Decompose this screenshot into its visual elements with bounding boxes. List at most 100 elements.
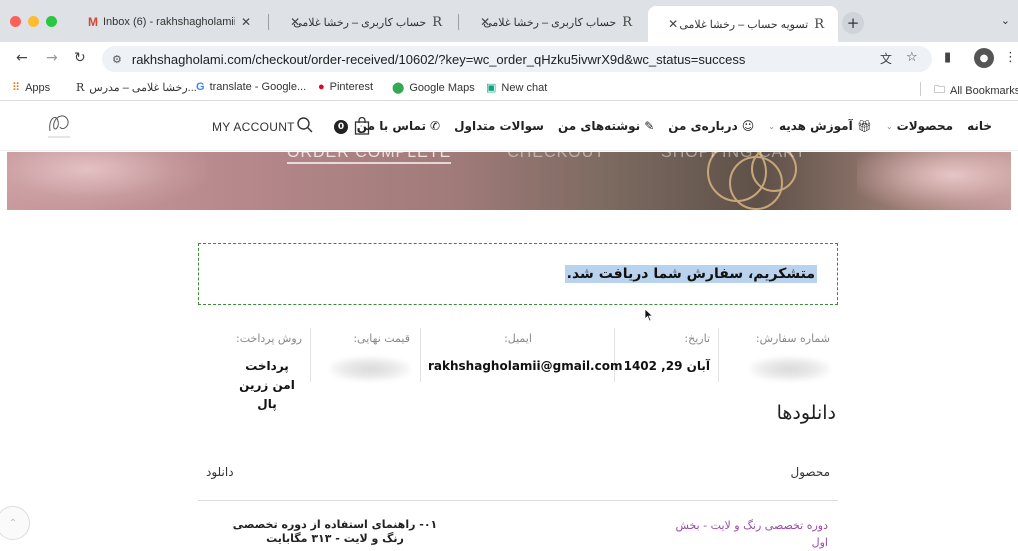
order-number-label: شماره سفارش:: [755, 332, 830, 345]
tab-account-1[interactable]: R حساب کاربری – رخشا غلامی ✕: [270, 8, 456, 36]
step-order-complete: ORDER COMPLETE: [287, 152, 452, 164]
menu-item-gift-course[interactable]: 🎁︎ آموزش هدیه ⌄: [768, 119, 872, 133]
menu-item-about[interactable]: ☺ درباره‌ی من: [668, 119, 754, 133]
bookmark-translate[interactable]: G translate - Google...: [196, 81, 306, 93]
downloads-col-download: دانلود: [206, 465, 234, 479]
tab-separator: [458, 14, 459, 30]
order-number-value-redacted: [720, 357, 830, 387]
new-tab-button[interactable]: +: [842, 12, 864, 34]
bookmark-rakhsha[interactable]: R رخشا غلامی – مدرس...: [76, 81, 197, 94]
gift-icon: 🎁︎: [856, 119, 872, 133]
profile-avatar[interactable]: ●: [974, 48, 994, 68]
order-email-value: rakhshagholamii@gmail.com: [428, 359, 623, 373]
address-bar[interactable]: ⚙ rakhshagholami.com/checkout/order-rece…: [102, 46, 932, 72]
chat-icon: ▣: [486, 82, 497, 94]
menu-item-faq[interactable]: سوالات متداول: [454, 119, 544, 133]
map-pin-icon: ⬤: [392, 82, 405, 94]
order-total-field: قیمت نهایی:: [318, 332, 410, 387]
main-menu: خانه محصولات ⌄ 🎁︎ آموزش هدیه ⌄ ☺ درباره‌…: [357, 119, 992, 133]
menu-item-contact[interactable]: ✆ تماس با من: [357, 119, 440, 133]
browser-chrome: M Inbox (6) - rakhshagholamii@ ✕ R حساب …: [0, 0, 1018, 101]
cart-count-badge: 0: [334, 120, 348, 134]
bookmark-pinterest[interactable]: ● Pinterest: [318, 81, 373, 93]
bookmarks-separator: [920, 82, 921, 96]
menu-item-products[interactable]: محصولات ⌄: [886, 119, 953, 133]
step-shopping-cart: SHOPPING CART: [661, 152, 807, 161]
close-window-button[interactable]: [10, 16, 21, 27]
bookmark-star-icon[interactable]: ☆: [906, 50, 918, 65]
site-favicon-icon: R: [622, 14, 632, 30]
bookmarks-bar: ⠿ Apps R رخشا غلامی – مدرس... G translat…: [0, 76, 1018, 101]
order-number-field: شماره سفارش:: [720, 332, 830, 387]
tab-gmail[interactable]: M Inbox (6) - rakhshagholamii@ ✕: [80, 8, 266, 36]
payment-method-value: پرداخت امن زرین پال: [239, 359, 295, 411]
smile-icon: ☺: [741, 119, 755, 133]
order-total-value-redacted: [318, 357, 410, 387]
site-logo[interactable]: [42, 109, 76, 143]
column-divider: [420, 328, 421, 382]
gmail-icon: M: [88, 15, 98, 29]
chevron-down-icon: ⌄: [768, 121, 775, 131]
search-icon[interactable]: [296, 116, 314, 134]
menu-item-posts[interactable]: ✎ نوشته‌های من: [558, 119, 654, 133]
bookmark-apps[interactable]: ⠿ Apps: [12, 81, 50, 95]
tab-checkout[interactable]: R تسویه حساب – رخشا غلامی ✕: [648, 6, 838, 42]
order-total-label: قیمت نهایی:: [353, 332, 410, 345]
apps-grid-icon: ⠿: [12, 82, 21, 94]
column-divider: [614, 328, 615, 382]
pinterest-icon: ●: [318, 81, 325, 93]
phone-icon: ✆: [430, 119, 441, 133]
fabric-decoration: [7, 152, 207, 210]
downloads-title: دانلودها: [776, 402, 836, 424]
order-email-field: ایمیل: rakhshagholamii@gmail.com: [428, 332, 623, 376]
downloads-col-product: محصول: [790, 465, 831, 479]
tab-account-2[interactable]: R حساب کاربری – رخشا غلامی ✕: [460, 8, 646, 36]
bookmark-new-chat[interactable]: ▣ New chat: [486, 81, 547, 95]
window-controls: [10, 16, 57, 27]
payment-method-field: روش پرداخت: پرداخت امن زرین پال: [210, 332, 302, 414]
folder-icon: 🗀: [934, 84, 945, 96]
chevron-down-icon: ⌄: [885, 121, 893, 131]
close-tab-icon[interactable]: ✕: [480, 15, 490, 29]
order-date-field: تاریخ: آبان 29, 1402: [622, 332, 710, 376]
tab-search-icon[interactable]: ⌄: [1001, 14, 1010, 27]
site-favicon-icon: R: [432, 14, 442, 30]
google-icon: G: [196, 81, 205, 93]
payment-method-label: روش پرداخت:: [236, 332, 302, 345]
side-panel-icon[interactable]: ▮: [944, 50, 951, 65]
chevron-up-icon: ⌃: [8, 517, 18, 529]
menu-kebab-icon[interactable]: ⋮: [1004, 50, 1017, 65]
forward-icon[interactable]: →: [46, 50, 58, 66]
checkout-banner: ORDER COMPLETE CHECKOUT SHOPPING CART: [7, 152, 1011, 210]
close-tab-icon[interactable]: ✕: [668, 17, 678, 31]
my-account-link[interactable]: MY ACCOUNT: [212, 120, 295, 134]
mouse-cursor-icon: [644, 308, 654, 322]
order-received-notice: متشکریم، سفارش شما دریافت شد.: [198, 243, 838, 305]
site-settings-icon[interactable]: ⚙: [112, 53, 122, 66]
reload-icon[interactable]: ↻: [74, 50, 86, 66]
back-icon[interactable]: ←: [16, 50, 28, 66]
bookmark-google-maps[interactable]: ⬤ Google Maps: [392, 81, 475, 95]
checkout-steps: ORDER COMPLETE CHECKOUT SHOPPING CART: [287, 152, 806, 164]
order-date-value: آبان 29, 1402: [623, 359, 710, 373]
minimize-window-button[interactable]: [28, 16, 39, 27]
close-tab-icon[interactable]: ✕: [241, 15, 251, 29]
all-bookmarks-button[interactable]: 🗀 All Bookmarks: [934, 81, 1018, 100]
translate-icon[interactable]: 文: [880, 50, 892, 67]
step-checkout: CHECKOUT: [507, 152, 606, 161]
site-header: MY ACCOUNT 0 خانه محصولات ⌄ 🎁︎ آموزش هدی…: [0, 101, 1018, 151]
order-date-label: تاریخ:: [684, 332, 710, 345]
maximize-window-button[interactable]: [46, 16, 57, 27]
tab-separator: [268, 14, 269, 30]
download-product-link[interactable]: دوره تخصصی رنگ و لایت - بخش اول: [668, 517, 829, 551]
scroll-to-top-button[interactable]: ⌃: [0, 506, 30, 540]
tab-strip: M Inbox (6) - rakhshagholamii@ ✕ R حساب …: [0, 0, 1018, 42]
menu-item-home[interactable]: خانه: [967, 119, 992, 133]
close-tab-icon[interactable]: ✕: [290, 15, 300, 29]
edit-icon: ✎: [644, 119, 655, 133]
downloads-divider: [198, 500, 838, 501]
column-divider: [718, 328, 719, 382]
site-favicon-icon: R: [814, 16, 824, 32]
fabric-decoration: [857, 152, 1011, 210]
download-file-link[interactable]: ۰۱- راهنمای استفاده از دوره تخصصی رنگ و …: [220, 518, 450, 546]
